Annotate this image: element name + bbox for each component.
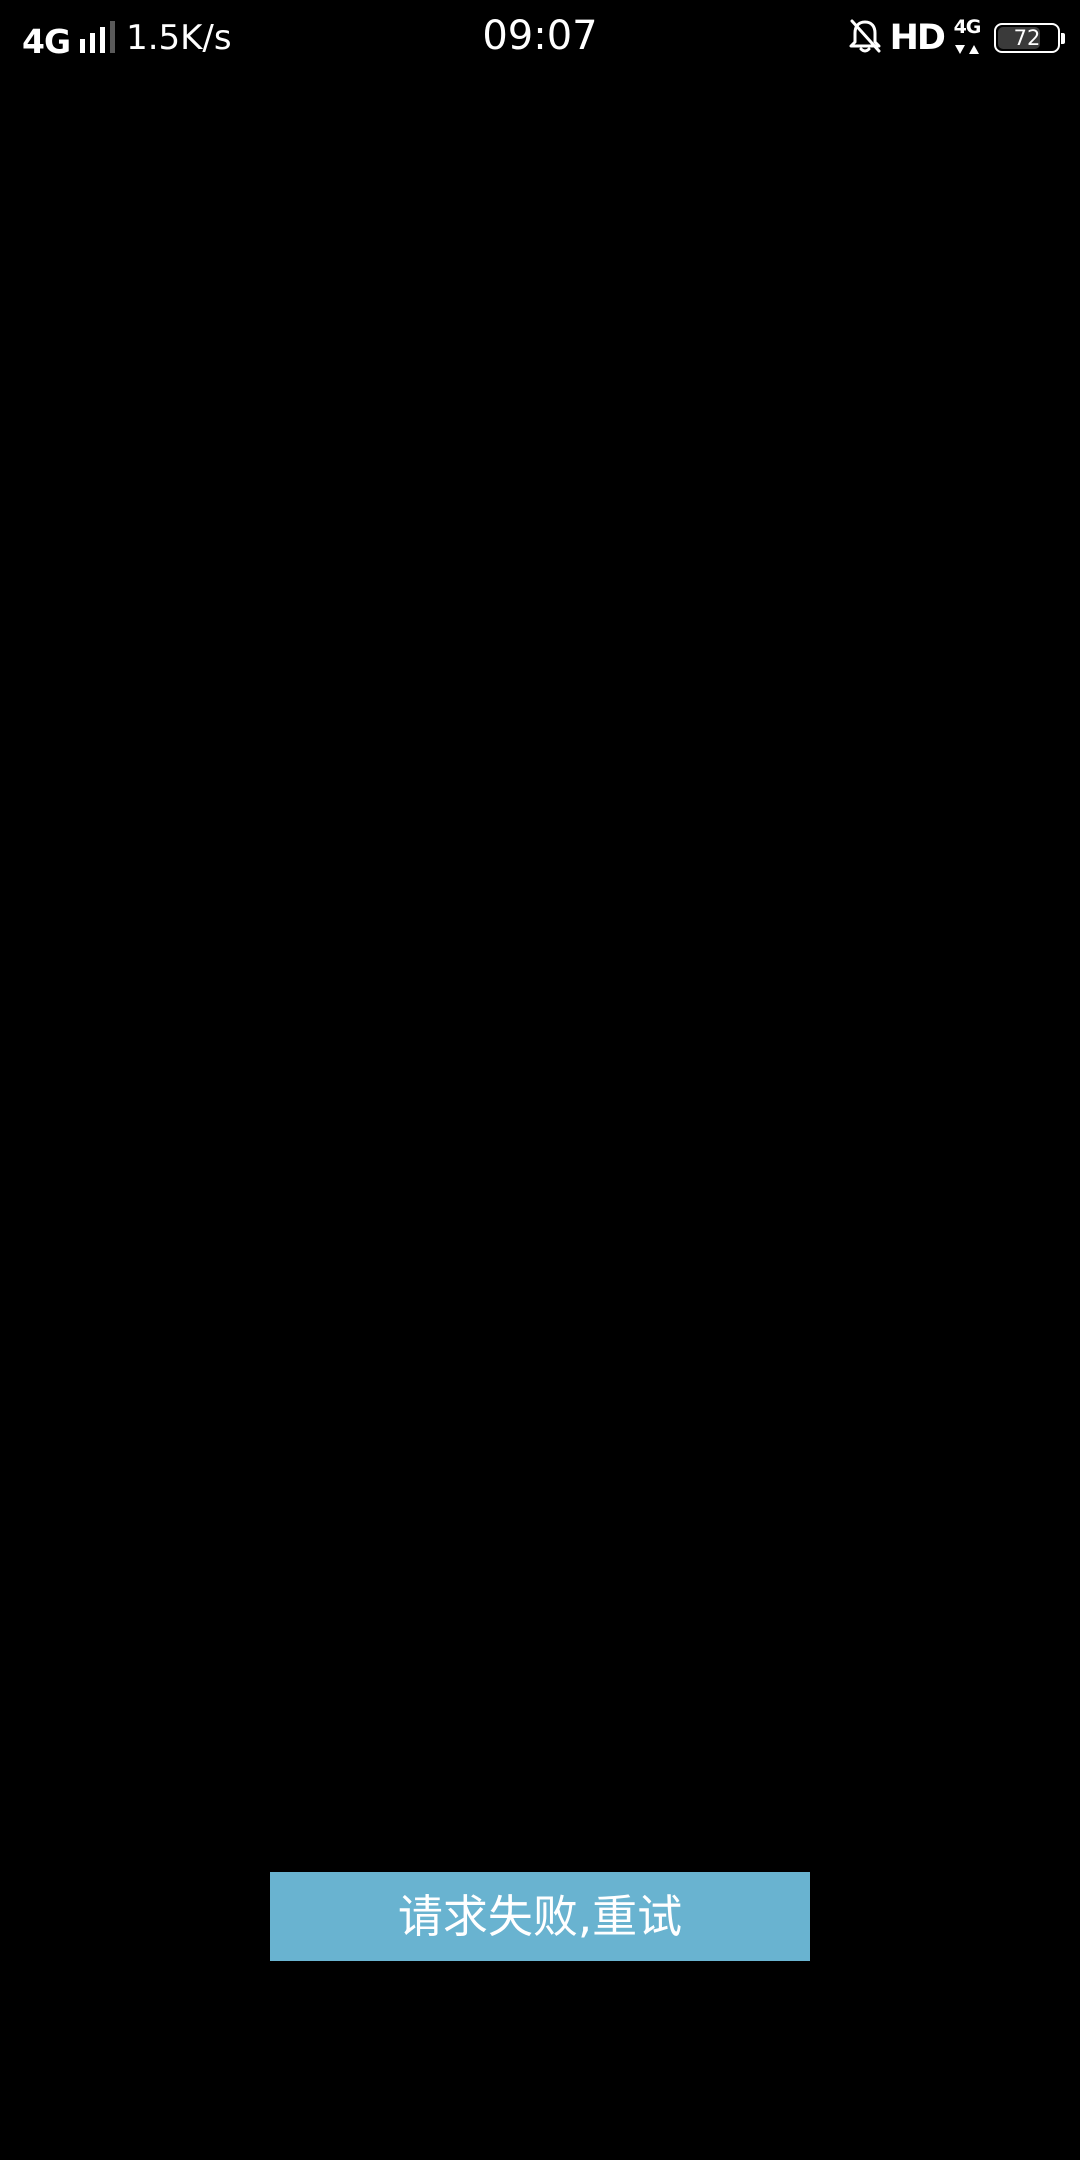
battery-icon: 72 xyxy=(994,23,1065,53)
battery-cap xyxy=(1061,33,1065,44)
status-bar-right: HD 4G 72 xyxy=(848,14,1065,62)
data-up-down-icon xyxy=(955,45,979,54)
status-bar: 4G 1.5K/s 09:07 HD 4G 72 xyxy=(0,0,1080,76)
data-network-label: 4G xyxy=(953,16,982,38)
bell-off-icon xyxy=(848,18,882,58)
retry-button[interactable]: 请求失败,重试 xyxy=(270,1872,810,1961)
battery-level: 72 xyxy=(1013,25,1041,50)
main-content xyxy=(0,76,1080,2160)
hd-voice-label: HD xyxy=(889,17,946,58)
data-network-indicator: 4G xyxy=(952,18,982,58)
